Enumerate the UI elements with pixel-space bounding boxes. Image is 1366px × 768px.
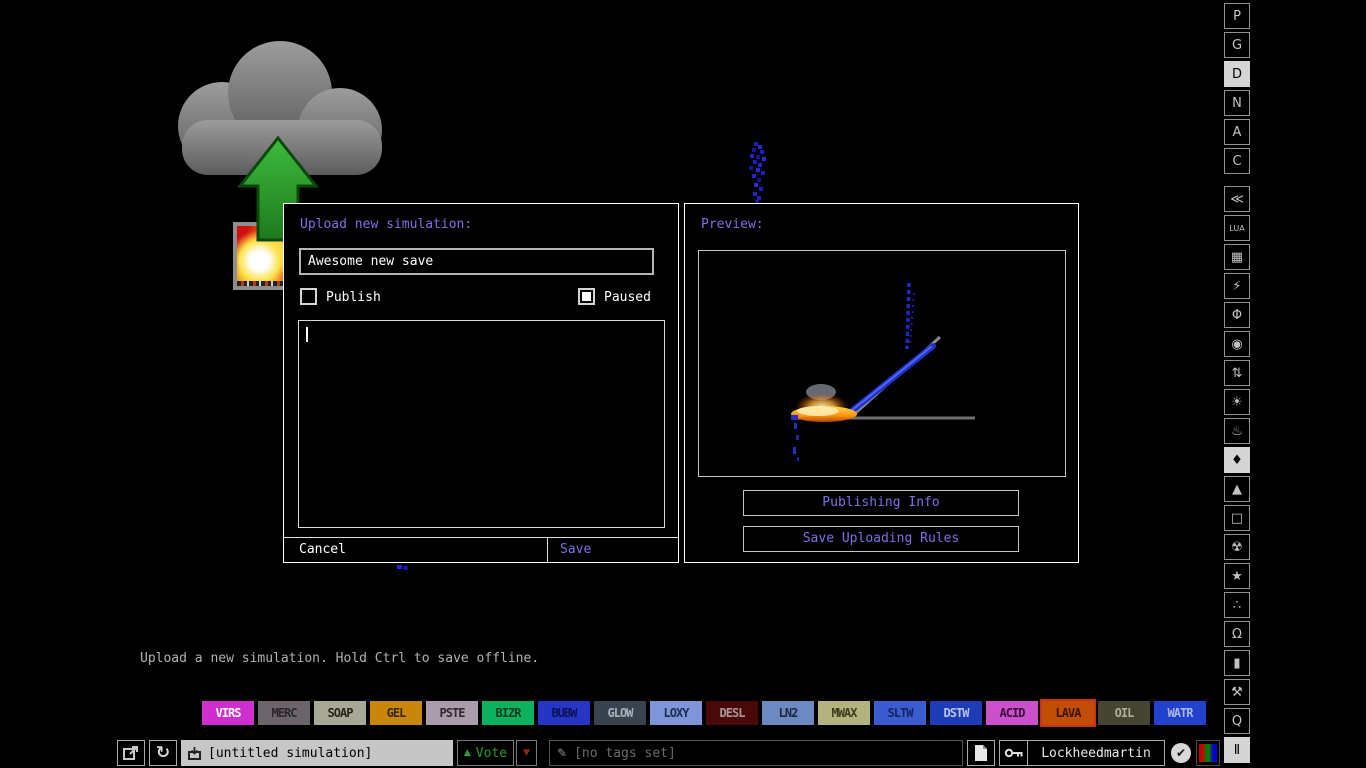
preview-title: Preview: bbox=[701, 217, 764, 232]
preview-simulation-image bbox=[699, 251, 1065, 476]
menu-button-d[interactable]: D bbox=[1224, 61, 1250, 87]
sandbox-settings-button[interactable]: ✔ bbox=[1169, 740, 1193, 766]
checkbox-row: Publish Paused bbox=[284, 288, 678, 306]
element-palette: VIRS MERC SOAP GEL PSTE BIZR BUBW GLOW L… bbox=[202, 701, 1206, 725]
element-ln2[interactable]: LN2 bbox=[762, 701, 814, 725]
category-walls-icon[interactable]: ▦ bbox=[1224, 244, 1250, 270]
pause-button[interactable]: Ⅱ bbox=[1224, 737, 1250, 763]
category-decorations-icon[interactable]: ▮ bbox=[1224, 650, 1250, 676]
dialog-footer: Cancel Save bbox=[284, 537, 678, 562]
element-dstw[interactable]: DSTW bbox=[930, 701, 982, 725]
sim-name-text: [untitled simulation] bbox=[208, 746, 372, 761]
category-life-icon[interactable]: ∴ bbox=[1224, 592, 1250, 618]
vote-up-icon: ▲ bbox=[464, 748, 471, 758]
username-text: Lockheedmartin bbox=[1028, 746, 1164, 761]
zoom-tool-icon[interactable]: Q bbox=[1224, 708, 1250, 734]
vote-down-button[interactable]: ▼ bbox=[516, 740, 537, 766]
clear-simulation-button[interactable] bbox=[967, 740, 995, 766]
save-name-input[interactable] bbox=[299, 248, 654, 275]
element-oil[interactable]: OIL bbox=[1098, 701, 1150, 725]
lua-console-button[interactable]: LUA bbox=[1224, 215, 1250, 241]
save-disk-icon bbox=[187, 746, 202, 761]
menu-button-a[interactable]: A bbox=[1224, 119, 1250, 145]
menu-button-p[interactable]: P bbox=[1224, 3, 1250, 29]
category-powered-icon[interactable]: Φ bbox=[1224, 302, 1250, 328]
element-virs[interactable]: VIRS bbox=[202, 701, 254, 725]
publish-label: Publish bbox=[326, 290, 381, 305]
upload-dialog: Upload new simulation: Publish Paused Ca… bbox=[283, 203, 679, 563]
element-lava[interactable]: LAVA bbox=[1042, 701, 1094, 725]
menu-button-c[interactable]: C bbox=[1224, 148, 1250, 174]
water-splash-particles bbox=[744, 140, 748, 144]
water-speck bbox=[397, 565, 402, 569]
element-glow[interactable]: GLOW bbox=[594, 701, 646, 725]
category-tools-icon[interactable]: Ω bbox=[1224, 621, 1250, 647]
element-acid[interactable]: ACID bbox=[986, 701, 1038, 725]
element-mwax[interactable]: MWAX bbox=[818, 701, 870, 725]
save-name-bar[interactable]: [untitled simulation] bbox=[181, 740, 453, 766]
category-powders-icon[interactable]: ▲ bbox=[1224, 476, 1250, 502]
category-special-icon[interactable]: ★ bbox=[1224, 563, 1250, 589]
preview-panel: Preview: bbox=[684, 203, 1079, 563]
display-mode-button[interactable] bbox=[1196, 740, 1220, 766]
category-liquids-icon[interactable]: ♦ bbox=[1224, 447, 1250, 473]
publish-checkbox[interactable] bbox=[300, 288, 317, 305]
category-sensors-icon[interactable]: ◉ bbox=[1224, 331, 1250, 357]
category-force-icon[interactable]: ⇅ bbox=[1224, 360, 1250, 386]
element-pste[interactable]: PSTE bbox=[426, 701, 478, 725]
preview-image-frame bbox=[698, 250, 1066, 477]
key-icon bbox=[1000, 741, 1028, 765]
check-circle-icon: ✔ bbox=[1171, 743, 1191, 763]
tags-text: [no tags set] bbox=[574, 746, 676, 761]
element-soap[interactable]: SOAP bbox=[314, 701, 366, 725]
category-electronics-icon[interactable]: ⚡ bbox=[1224, 273, 1250, 299]
paused-checkbox[interactable] bbox=[578, 288, 595, 305]
element-sltw[interactable]: SLTW bbox=[874, 701, 926, 725]
vote-up-label: Vote bbox=[476, 746, 507, 761]
element-loxy[interactable]: LOXY bbox=[650, 701, 702, 725]
publishing-info-button[interactable]: Publishing Info bbox=[743, 490, 1019, 516]
category-solids-icon[interactable]: □ bbox=[1224, 505, 1250, 531]
reload-icon: ↻ bbox=[156, 743, 170, 763]
description-textarea[interactable] bbox=[298, 320, 665, 528]
status-text: Upload a new simulation. Hold Ctrl to sa… bbox=[140, 651, 539, 666]
sampler-tool-icon[interactable]: ⚒ bbox=[1224, 679, 1250, 705]
element-bubw[interactable]: BUBW bbox=[538, 701, 590, 725]
element-merc[interactable]: MERC bbox=[258, 701, 310, 725]
category-gases-icon[interactable]: ♨ bbox=[1224, 418, 1250, 444]
rgb-icon bbox=[1199, 744, 1217, 762]
tag-edit-icon: ✎ bbox=[557, 746, 567, 760]
open-browser-button[interactable] bbox=[117, 740, 145, 766]
login-button[interactable]: Lockheedmartin bbox=[999, 740, 1165, 766]
category-radioactive-icon[interactable]: ☢ bbox=[1224, 534, 1250, 560]
element-bizr[interactable]: BIZR bbox=[482, 701, 534, 725]
menu-button-n[interactable]: N bbox=[1224, 90, 1250, 116]
save-uploading-rules-button[interactable]: Save Uploading Rules bbox=[743, 526, 1019, 552]
expand-menu-button[interactable]: ≪ bbox=[1224, 186, 1250, 212]
vote-up-button[interactable]: ▲ Vote bbox=[457, 740, 514, 766]
menu-button-g[interactable]: G bbox=[1224, 32, 1250, 58]
open-icon bbox=[122, 744, 140, 762]
category-explosives-icon[interactable]: ☀ bbox=[1224, 389, 1250, 415]
sidebar: P G D N A C ≪ LUA ▦ ⚡ Φ ◉ ⇅ ☀ ♨ ♦ ▲ □ ☢ … bbox=[1224, 3, 1250, 763]
cancel-button[interactable]: Cancel bbox=[284, 538, 547, 562]
reload-button[interactable]: ↻ bbox=[149, 740, 177, 766]
new-document-icon bbox=[974, 744, 988, 762]
text-caret bbox=[306, 327, 308, 342]
element-watr[interactable]: WATR bbox=[1154, 701, 1206, 725]
element-gel[interactable]: GEL bbox=[370, 701, 422, 725]
vote-down-icon: ▼ bbox=[523, 748, 530, 758]
dialog-title: Upload new simulation: bbox=[300, 217, 472, 232]
save-button[interactable]: Save bbox=[548, 538, 678, 562]
paused-label: Paused bbox=[604, 290, 651, 305]
tags-bar[interactable]: ✎ [no tags set] bbox=[549, 740, 963, 766]
powder-toy-window: Upload new simulation: Publish Paused Ca… bbox=[0, 0, 1366, 768]
element-desl[interactable]: DESL bbox=[706, 701, 758, 725]
